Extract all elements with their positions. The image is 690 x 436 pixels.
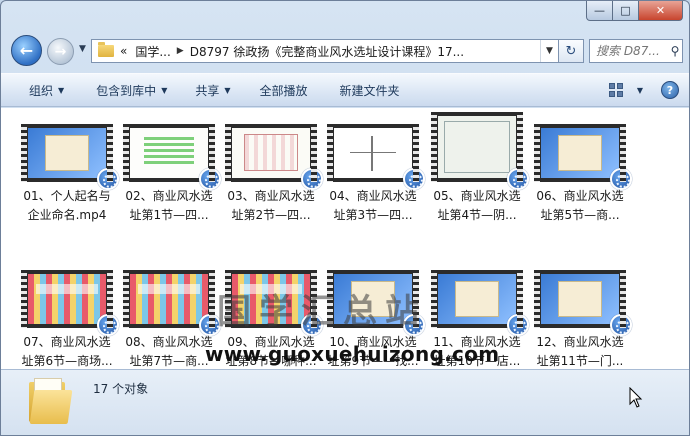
file-name: 01、个人起名与 企业命名.mp4 xyxy=(15,187,119,225)
file-name-line: 企业命名.mp4 xyxy=(27,208,107,222)
navigation-bar: ← → ▼ « 国学... ▶ D8797 徐政扬《完整商业风水选址设计课程》1… xyxy=(9,34,683,66)
help-button[interactable]: ? xyxy=(661,81,679,99)
file-name: 06、商业风水选 址第5节—商... xyxy=(528,187,632,225)
refresh-button[interactable]: ↻ xyxy=(559,39,584,63)
address-dropdown-icon[interactable]: ▼ xyxy=(540,40,558,62)
address-overflow-chevron[interactable]: « xyxy=(120,44,127,58)
chevron-down-icon: ▼ xyxy=(161,85,168,95)
breadcrumb-item[interactable]: 国学... xyxy=(135,43,170,60)
file-name-line: 址第3节—四... xyxy=(333,208,413,222)
video-thumbnail xyxy=(123,270,221,336)
video-thumbnail xyxy=(431,270,529,336)
include-in-library-label: 包含到库中 xyxy=(96,83,157,98)
forward-button[interactable]: → xyxy=(47,38,74,65)
video-thumbnail xyxy=(431,112,529,190)
file-name-line: 05、商业风水选 xyxy=(433,189,521,203)
file-name-line: 址第1节—四... xyxy=(129,208,209,222)
change-view-button[interactable]: ▼ xyxy=(608,83,643,97)
mouse-cursor-icon xyxy=(629,387,643,408)
file-name-line: 06、商业风水选 xyxy=(536,189,624,203)
watermark-text: 国学汇总站 xyxy=(217,292,427,332)
file-name: 03、商业风水选 址第2节—四... xyxy=(219,187,323,225)
new-folder-button[interactable]: 新建文件夹 xyxy=(340,82,400,99)
file-name-line: 址第4节—阴... xyxy=(437,208,517,222)
window-controls: — □ ✕ xyxy=(586,1,683,21)
folder-icon xyxy=(98,42,114,57)
file-list[interactable]: 12、商业风水选 址第11节—门... 11、商业风水选 址第10节—店... 10、商… xyxy=(1,108,689,369)
share-button[interactable]: 共享 ▼ xyxy=(195,82,230,99)
file-name-line: 01、个人起名与 xyxy=(23,189,111,203)
refresh-icon: ↻ xyxy=(565,43,577,59)
video-thumbnail xyxy=(534,124,632,190)
details-pane: 17 个对象 xyxy=(1,369,689,435)
file-name: 02、商业风水选 址第1节—四... xyxy=(117,187,221,225)
file-name-line: 02、商业风水选 xyxy=(125,189,213,203)
item-count: 17 个对象 xyxy=(93,382,149,396)
file-name-line: 址第11节—门... xyxy=(536,354,624,368)
file-name: 04、商业风水选 址第3节—四... xyxy=(321,187,425,225)
organize-button[interactable]: 组织 ▼ xyxy=(29,82,64,99)
explorer-window: — □ ✕ ← → ▼ « 国学... ▶ D8797 徐政扬《完整商业风水选址… xyxy=(0,0,690,436)
video-thumbnail xyxy=(21,124,119,190)
file-name-line: 07、商业风水选 xyxy=(23,335,111,349)
help-icon: ? xyxy=(666,83,674,97)
search-box[interactable]: ⚲ xyxy=(589,39,683,63)
file-name-line: 03、商业风水选 xyxy=(227,189,315,203)
chevron-down-icon: ▼ xyxy=(58,85,65,95)
video-thumbnail xyxy=(534,270,632,336)
folder-icon xyxy=(29,378,73,426)
new-folder-label: 新建文件夹 xyxy=(339,83,400,98)
file-name-line: 址第6节—商场... xyxy=(21,354,113,368)
video-thumbnail xyxy=(327,124,425,190)
play-all-label: 全部播放 xyxy=(259,83,308,98)
file-name-line: 址第5节—商... xyxy=(540,208,620,222)
organize-label: 组织 xyxy=(29,83,54,98)
include-in-library-button[interactable]: 包含到库中 ▼ xyxy=(96,82,167,99)
file-name: 07、商业风水选 址第6节—商场... xyxy=(15,333,119,369)
address-bar[interactable]: « 国学... ▶ D8797 徐政扬《完整商业风水选址设计课程》17... ▼ xyxy=(91,39,559,63)
breadcrumb-separator-icon[interactable]: ▶ xyxy=(177,46,184,56)
video-thumbnail xyxy=(123,124,221,190)
watermark-url: www.guoxuehuizong.com xyxy=(205,342,500,366)
view-grid-icon xyxy=(608,83,623,97)
breadcrumb-item-current[interactable]: D8797 徐政扬《完整商业风水选址设计课程》17... xyxy=(190,43,540,60)
back-button[interactable]: ← xyxy=(11,35,42,66)
forward-arrow-icon: → xyxy=(54,43,67,60)
video-thumbnail xyxy=(21,270,119,336)
magnifier-icon[interactable]: ⚲ xyxy=(668,44,682,58)
back-arrow-icon: ← xyxy=(19,41,34,60)
search-input[interactable] xyxy=(596,44,668,58)
minimize-button[interactable]: — xyxy=(586,1,613,21)
chevron-down-icon: ▼ xyxy=(636,85,643,95)
file-name: 12、商业风水选 址第11节—门... xyxy=(528,333,632,369)
command-bar: 组织 ▼ 包含到库中 ▼ 共享 ▼ 全部播放 新建文件夹 ▼ ? xyxy=(1,73,689,107)
close-button[interactable]: ✕ xyxy=(639,1,683,21)
file-name-line: 04、商业风水选 xyxy=(329,189,417,203)
maximize-button[interactable]: □ xyxy=(613,1,639,21)
file-name: 05、商业风水选 址第4节—阴... xyxy=(425,187,529,225)
chevron-down-icon: ▼ xyxy=(224,85,231,95)
share-label: 共享 xyxy=(195,83,220,98)
video-thumbnail xyxy=(225,124,323,190)
play-all-button[interactable]: 全部播放 xyxy=(260,82,308,99)
file-name-line: 址第2节—四... xyxy=(231,208,311,222)
file-name-line: 12、商业风水选 xyxy=(536,335,624,349)
recent-pages-dropdown-icon[interactable]: ▼ xyxy=(79,44,86,54)
